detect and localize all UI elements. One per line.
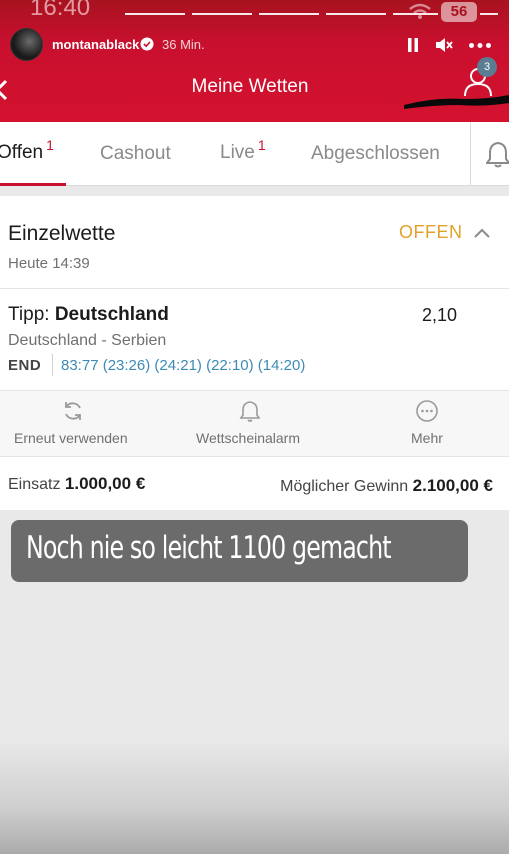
tab-abgeschlossen[interactable]: Abgeschlossen	[311, 143, 440, 165]
tab-label: Abgeschlossen	[311, 143, 440, 164]
reuse-button[interactable]: Erneut verwenden	[0, 391, 146, 456]
bet-type: Einzelwette	[8, 222, 116, 245]
wifi-icon	[409, 3, 431, 19]
bet-actions: Erneut verwenden Wettscheinalarm Mehr	[0, 391, 509, 456]
win-label: Möglicher Gewinn	[280, 478, 409, 495]
action-label: Wettscheinalarm	[196, 430, 301, 446]
tab-count: 1	[46, 137, 54, 153]
verified-badge-icon	[140, 37, 154, 51]
bet-odds: 2,10	[422, 305, 458, 325]
story-progress-segment	[259, 13, 319, 15]
tab-count: 1	[257, 137, 266, 153]
divider	[52, 354, 53, 376]
bell-icon[interactable]	[486, 140, 509, 168]
action-label: Mehr	[411, 430, 443, 446]
story-progress-segment	[192, 13, 252, 15]
match-score: 83:77 (23:26) (24:21) (22:10) (14:20)	[61, 357, 306, 374]
refresh-icon	[65, 402, 81, 420]
battery-indicator: 56	[441, 2, 477, 22]
more-button[interactable]: Mehr	[396, 391, 458, 456]
tab-label: Cashout	[100, 143, 171, 164]
divider	[0, 288, 509, 289]
tab-live[interactable]: Live 1	[220, 137, 266, 164]
tipp-label: Tipp:	[8, 304, 50, 325]
tab-label: Live	[220, 142, 255, 163]
status-bar: 16:40 56	[0, 0, 509, 28]
story-caption: Noch nie so leicht 1100 gemacht	[11, 520, 468, 582]
match-end-label: END	[8, 357, 42, 374]
story-progress-segment	[480, 13, 498, 15]
caption-text: Noch nie so leicht 1100 gemacht	[26, 530, 392, 566]
stake: Einsatz 1.000,00 €	[8, 474, 145, 494]
bet-selection: Tipp: Deutschland	[8, 304, 169, 326]
bell-icon	[239, 401, 261, 422]
stake-value: 1.000,00 €	[64, 474, 146, 493]
divider	[0, 456, 509, 457]
status-time: 16:40	[30, 0, 91, 21]
bet-alarm-button[interactable]: Wettscheinalarm	[186, 391, 316, 456]
story-post-age: 36 Min.	[162, 37, 205, 52]
stake-label: Einsatz	[8, 476, 61, 493]
pause-icon[interactable]	[407, 38, 419, 52]
more-options-icon[interactable]	[469, 43, 491, 48]
bet-card: Einzelwette Heute 14:39 OFFEN Tipp: Deut…	[0, 196, 509, 510]
story-progress-segment	[125, 13, 185, 15]
bottom-gradient	[0, 740, 509, 854]
action-label: Erneut verwenden	[14, 430, 128, 446]
chevron-up-icon[interactable]	[474, 227, 490, 239]
avatar[interactable]	[10, 28, 43, 61]
bet-timestamp: Heute 14:39	[8, 255, 90, 272]
tab-offen[interactable]: Offen 1	[0, 137, 54, 164]
more-icon	[416, 400, 438, 422]
redaction-scribble	[404, 95, 509, 109]
tab-divider	[470, 122, 471, 186]
tipp-team: Deutschland	[54, 304, 169, 325]
mute-icon[interactable]	[435, 37, 453, 53]
match-name: Deutschland - Serbien	[8, 332, 167, 349]
notification-count-badge: 3	[477, 57, 497, 77]
active-tab-indicator	[0, 183, 66, 186]
story-username[interactable]: montanablack	[52, 37, 139, 52]
potential-win: Möglicher Gewinn 2.100,00 €	[280, 476, 493, 496]
status-badge: OFFEN	[399, 222, 463, 242]
tab-label: Offen	[0, 142, 44, 163]
story-progress-segment	[326, 13, 386, 15]
tab-cashout[interactable]: Cashout	[100, 143, 171, 165]
story-header: montanablack 36 Min.	[10, 28, 500, 62]
win-value: 2.100,00 €	[412, 476, 493, 495]
